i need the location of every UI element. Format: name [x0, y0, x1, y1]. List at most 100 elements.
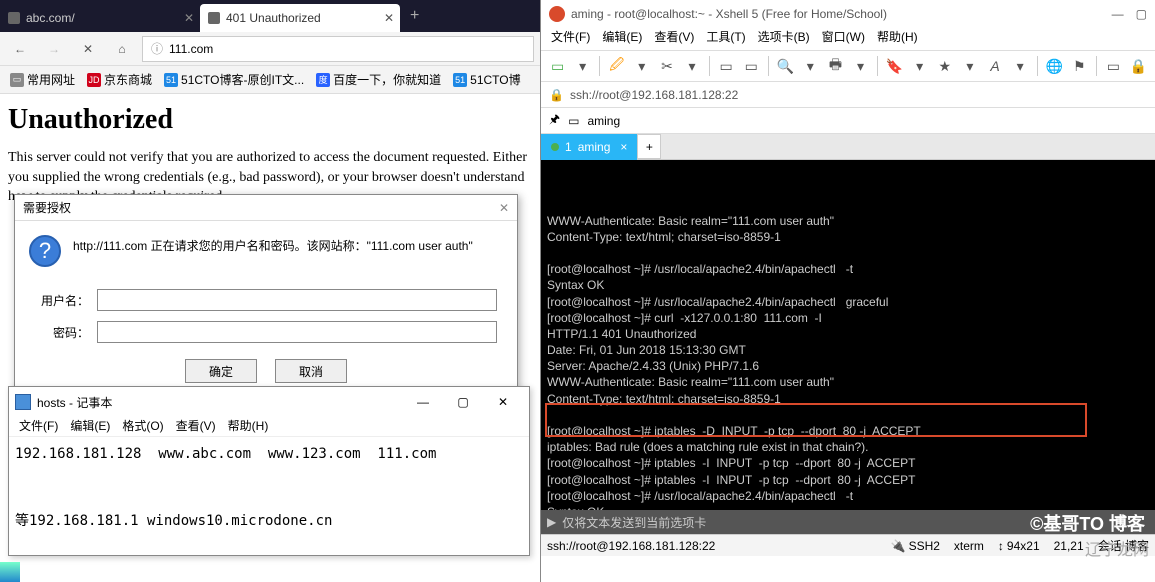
- password-input[interactable]: [97, 321, 497, 343]
- username-input[interactable]: [97, 289, 497, 311]
- notepad-title: hosts - 记事本: [37, 394, 112, 411]
- ok-button[interactable]: 确定: [185, 359, 257, 383]
- status-bar: ssh://root@192.168.181.128:22 🔌 SSH2 xte…: [541, 534, 1155, 556]
- menu-file[interactable]: 文件(F): [547, 28, 594, 50]
- bookmark-icon[interactable]: ▭: [568, 114, 579, 128]
- dialog-title: 需要授权: [23, 199, 71, 216]
- 51cto-icon: 51: [164, 73, 178, 87]
- forward-button[interactable]: →: [40, 35, 68, 63]
- bookmark-label: 百度一下，你就知道: [333, 71, 441, 88]
- bookmark-icon[interactable]: 🔖: [884, 54, 905, 78]
- status-extra: 会话 博客: [1098, 537, 1149, 554]
- close-icon[interactable]: ×: [620, 140, 627, 154]
- dropdown-icon[interactable]: ▾: [909, 54, 930, 78]
- menu-file[interactable]: 文件(F): [15, 417, 62, 436]
- close-icon[interactable]: ✕: [384, 11, 394, 25]
- status-ssh: 🔌 SSH2: [891, 539, 940, 553]
- cancel-button[interactable]: 取消: [275, 359, 347, 383]
- bookmark-item[interactable]: 5151CTO博: [449, 69, 524, 90]
- play-icon[interactable]: ▶: [547, 515, 556, 529]
- dialog-message: http://111.com 正在请求您的用户名和密码。该网站称："111.co…: [73, 235, 473, 267]
- bookmark-item[interactable]: JD京东商城: [83, 69, 156, 90]
- menu-help[interactable]: 帮助(H): [873, 28, 922, 50]
- dropdown-icon[interactable]: ▾: [631, 54, 652, 78]
- stop-button[interactable]: ✕: [74, 35, 102, 63]
- menu-window[interactable]: 窗口(W): [818, 28, 869, 50]
- tab-abc[interactable]: abc.com/ ✕: [0, 4, 200, 32]
- status-term: xterm: [954, 539, 984, 553]
- close-icon[interactable]: ✕: [184, 11, 194, 25]
- tab-index: 1: [565, 140, 572, 154]
- tab-name: aming: [578, 140, 611, 154]
- menu-edit[interactable]: 编辑(E): [598, 28, 646, 50]
- tab-title: abc.com/: [26, 11, 75, 25]
- bookmark-item[interactable]: 度百度一下，你就知道: [312, 69, 445, 90]
- minimize-button[interactable]: —: [1112, 7, 1124, 21]
- info-icon[interactable]: ⓘ: [151, 40, 163, 57]
- lock-icon: 🔒: [549, 88, 564, 102]
- session-tab-aming[interactable]: 1 aming ×: [541, 134, 637, 160]
- globe-icon[interactable]: 🌐: [1044, 54, 1065, 78]
- close-button[interactable]: ✕: [483, 389, 523, 415]
- status-connection: ssh://root@192.168.181.128:22: [547, 539, 715, 553]
- connection-url[interactable]: ssh://root@192.168.181.128:22: [570, 88, 738, 102]
- menu-help[interactable]: 帮助(H): [224, 417, 273, 436]
- tab-icon: [8, 12, 20, 24]
- menu-edit[interactable]: 编辑(E): [66, 417, 114, 436]
- terminal-output[interactable]: WWW-Authenticate: Basic realm="111.com u…: [541, 160, 1155, 510]
- status-dot-icon: [551, 143, 559, 151]
- xshell-address-bar: 🔒 ssh://root@192.168.181.128:22: [541, 82, 1155, 108]
- notepad-icon: [15, 394, 31, 410]
- password-label: 密码：: [29, 324, 89, 341]
- bookmark-label: 常用网址: [27, 71, 75, 88]
- new-session-icon[interactable]: ▭: [547, 54, 568, 78]
- menu-tools[interactable]: 工具(T): [702, 28, 749, 50]
- minimize-button[interactable]: —: [403, 389, 443, 415]
- send-label: 仅将文本发送到当前选项卡: [562, 514, 706, 531]
- add-tab-button[interactable]: +: [637, 134, 661, 159]
- tab-401[interactable]: 401 Unauthorized ✕: [200, 4, 400, 32]
- menu-tab[interactable]: 选项卡(B): [754, 28, 814, 50]
- menu-view[interactable]: 查看(V): [650, 28, 698, 50]
- question-icon: ?: [29, 235, 61, 267]
- dropdown-icon[interactable]: ▾: [572, 54, 593, 78]
- dropdown-icon[interactable]: ▾: [959, 54, 980, 78]
- maximize-button[interactable]: ▢: [443, 389, 483, 415]
- xshell-bookmarks: 🖈 ▭ aming: [541, 108, 1155, 134]
- bookmark-label[interactable]: aming: [587, 114, 620, 128]
- browser-tabs: abc.com/ ✕ 401 Unauthorized ✕ +: [0, 0, 540, 32]
- taskbar-icon[interactable]: [0, 562, 20, 582]
- new-tab-button[interactable]: +: [400, 7, 429, 25]
- xshell-logo-icon: [549, 6, 565, 22]
- home-button[interactable]: ⌂: [108, 35, 136, 63]
- lock-icon[interactable]: 🔒: [1128, 54, 1149, 78]
- paste-icon[interactable]: ▭: [741, 54, 762, 78]
- notepad-window: hosts - 记事本 — ▢ ✕ 文件(F) 编辑(E) 格式(O) 查看(V…: [8, 386, 530, 556]
- dropdown-icon[interactable]: ▾: [800, 54, 821, 78]
- menu-view[interactable]: 查看(V): [172, 417, 220, 436]
- url-input[interactable]: ⓘ 111.com: [142, 36, 534, 62]
- cut-icon[interactable]: ✂: [656, 54, 677, 78]
- notepad-content[interactable]: 192.168.181.128 www.abc.com www.123.com …: [9, 437, 529, 539]
- dropdown-icon[interactable]: ▾: [1010, 54, 1031, 78]
- window-icon[interactable]: ▭: [1103, 54, 1124, 78]
- bookmark-label: 京东商城: [104, 71, 152, 88]
- bookmark-item[interactable]: ▭常用网址: [6, 69, 79, 90]
- copy-icon[interactable]: ▭: [716, 54, 737, 78]
- menu-format[interactable]: 格式(O): [118, 417, 167, 436]
- flag-icon[interactable]: ⚑: [1069, 54, 1090, 78]
- close-icon[interactable]: ✕: [499, 201, 509, 215]
- maximize-button[interactable]: ▢: [1136, 7, 1147, 21]
- print-icon[interactable]: 🖶: [825, 54, 846, 78]
- pin-icon[interactable]: 🖈: [549, 110, 560, 131]
- address-bar: ← → ✕ ⌂ ⓘ 111.com: [0, 32, 540, 66]
- dropdown-icon[interactable]: ▾: [850, 54, 871, 78]
- highlighter-icon[interactable]: 🖉: [606, 54, 627, 78]
- find-icon[interactable]: 🔍: [775, 54, 796, 78]
- star-icon[interactable]: ★: [934, 54, 955, 78]
- bookmark-label: 51CTO博: [470, 71, 520, 88]
- bookmark-item[interactable]: 5151CTO博客-原创IT文...: [160, 69, 308, 90]
- dropdown-icon[interactable]: ▾: [682, 54, 703, 78]
- font-icon[interactable]: A: [985, 54, 1006, 78]
- back-button[interactable]: ←: [6, 35, 34, 63]
